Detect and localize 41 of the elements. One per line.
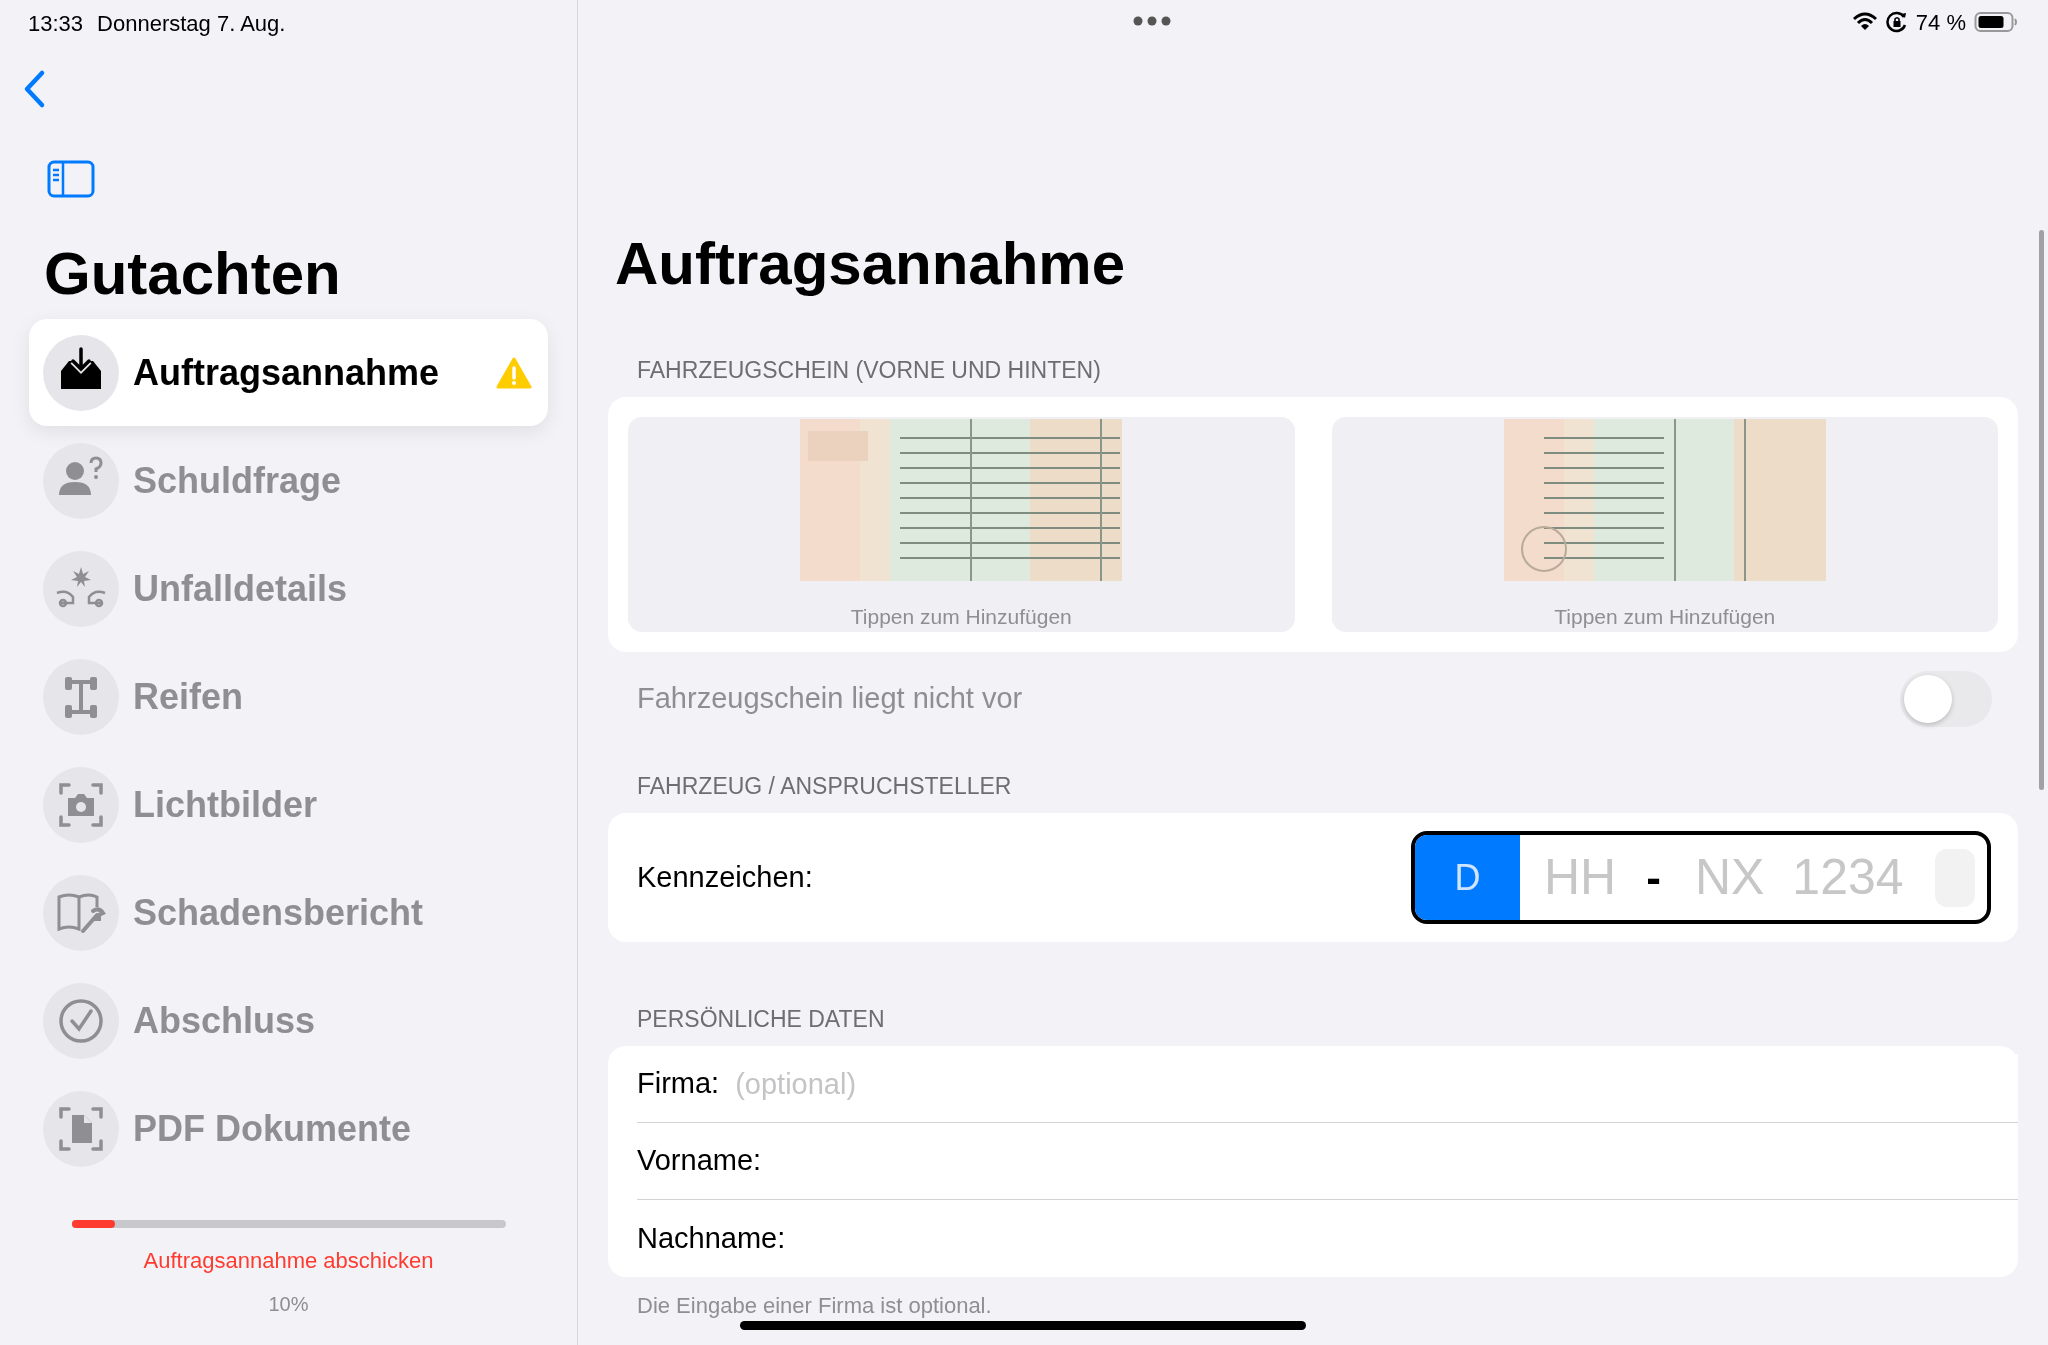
country-code: D (1454, 855, 1481, 900)
toggle-label: Fahrzeugschein liegt nicht vor (637, 680, 1023, 716)
sidebar-toggle-icon[interactable] (47, 160, 95, 198)
license-plate-field[interactable]: D HH - NX 1234 (1411, 831, 1991, 924)
letters-placeholder: NX (1694, 848, 1765, 907)
sidebar-item[interactable]: Auftragsannahme (29, 319, 548, 426)
sidebar-title: Gutachten (43, 239, 342, 309)
page-title: Auftragsannahme (614, 229, 1127, 299)
photo-caption: Tippen zum Hinzufügen (1554, 603, 1776, 630)
field-label: Nachname: (637, 1220, 786, 1256)
sidebar-item[interactable]: Lichtbilder (29, 751, 548, 858)
submit-link[interactable]: Auftragsannahme abschicken (143, 1244, 434, 1277)
field-label: Kennzeichen: (637, 859, 813, 895)
status-time: 13:33 (28, 9, 84, 38)
plate-separator: - (1646, 851, 1661, 904)
sidebar-item[interactable]: Schadensbericht (29, 859, 548, 966)
sidebar-item[interactable]: Unfalldetails (29, 535, 548, 642)
battery-percent: 74 % (1915, 8, 1966, 37)
photo-caption: Tippen zum Hinzufügen (850, 603, 1072, 630)
section-header: FAHRZEUGSCHEIN (VORNE UND HINTEN) (636, 355, 1102, 385)
sidebar-item[interactable]: Reifen (29, 643, 548, 750)
photo-slot[interactable]: Tippen zum Hinzufügen (628, 417, 1295, 632)
sidebar-item[interactable]: Schuldfrage (29, 427, 548, 534)
footer-note: Die Eingabe einer Firma ist optional. (637, 1293, 992, 1318)
back-icon[interactable] (22, 69, 46, 109)
wifi-icon (1851, 12, 1878, 32)
toggle-switch[interactable] (1900, 670, 1992, 727)
field-label: Firma: (637, 1066, 720, 1102)
photo-slot[interactable]: Tippen zum Hinzufügen (1331, 417, 1998, 632)
status-date: Donnerstag 7. Aug. (97, 9, 286, 38)
district-placeholder: HH (1544, 848, 1617, 907)
section-header: FAHRZEUG / ANSPRUCHSTELLER (636, 771, 1013, 801)
sidebar-item[interactable]: PDF Dokumente (29, 1075, 548, 1182)
field-label: Vorname: (637, 1143, 762, 1179)
multitasking-dots-icon[interactable] (1132, 15, 1172, 27)
numbers-placeholder: 1234 (1792, 848, 1904, 907)
sidebar-item[interactable]: Abschluss (29, 967, 548, 1074)
battery-icon (1974, 11, 2018, 33)
rotation-lock-icon (1885, 11, 1908, 33)
progress-percent: 10% (268, 1292, 309, 1317)
section-header: PERSÖNLICHE DATEN (636, 1004, 886, 1034)
